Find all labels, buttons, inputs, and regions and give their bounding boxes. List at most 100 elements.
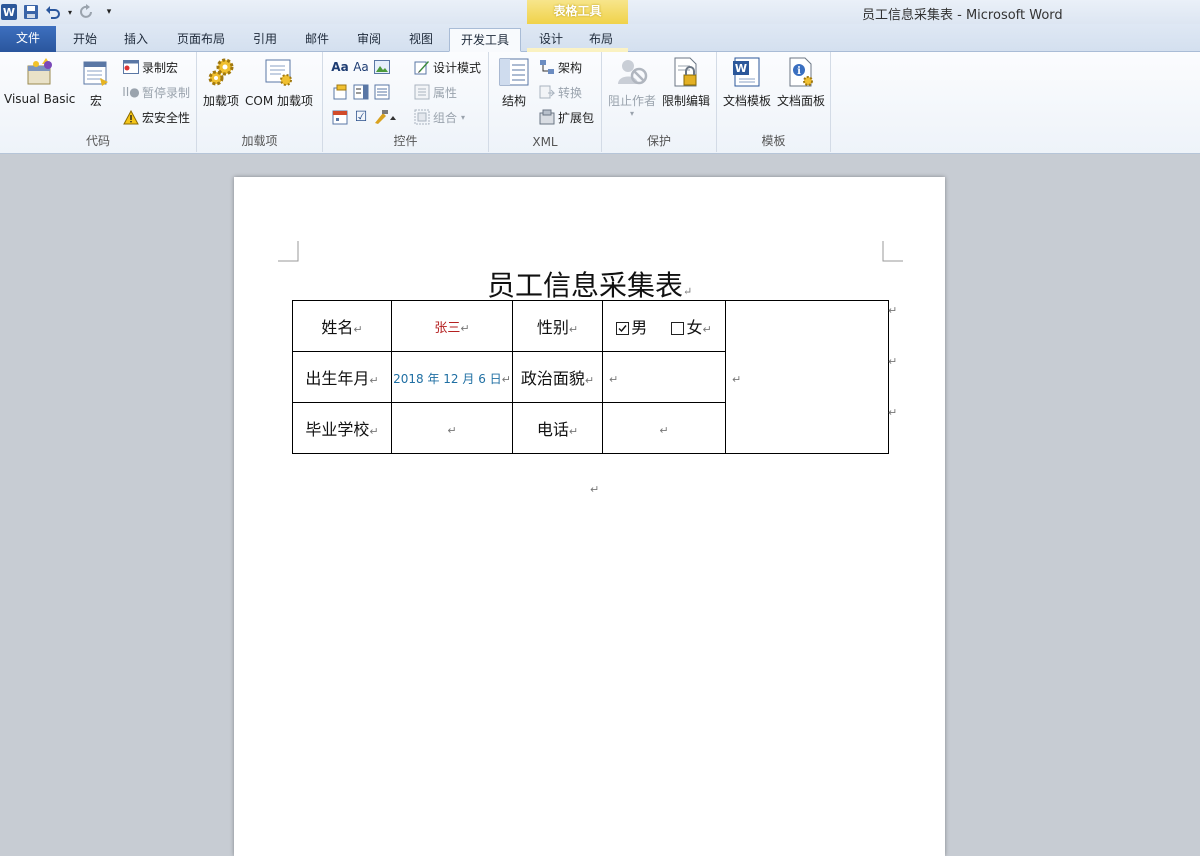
- word-app-icon[interactable]: W: [0, 3, 18, 21]
- date-picker-control-icon[interactable]: [331, 108, 349, 126]
- combo-box-control-icon[interactable]: [352, 83, 370, 101]
- undo-dropdown-icon[interactable]: ▾: [66, 3, 74, 21]
- addins-button[interactable]: 加载项: [203, 56, 239, 109]
- legacy-tools-icon[interactable]: [373, 108, 399, 126]
- row-end-mark: ↵: [888, 304, 898, 317]
- political-label-cell[interactable]: 政治面貌↵: [512, 351, 603, 403]
- group-addins: 加载项 COM 加载项 加载项: [197, 52, 323, 152]
- window-title: 员工信息采集表 - Microsoft Word: [862, 8, 1063, 23]
- restrict-editing-button[interactable]: 限制编辑: [662, 56, 710, 109]
- warning-icon: [123, 109, 139, 125]
- group-templates: W 文档模板 i 文档面板 模板: [717, 52, 831, 152]
- tab-file[interactable]: 文件: [0, 26, 56, 52]
- tab-table-design[interactable]: 设计: [530, 28, 572, 52]
- expansion-pack-icon: [539, 109, 555, 125]
- record-macro-button[interactable]: 录制宏: [123, 57, 178, 77]
- document-title: 员工信息采集表↵: [487, 269, 693, 302]
- macro-icon: [80, 56, 112, 88]
- properties-icon: [414, 84, 430, 100]
- row-end-mark: ↵: [888, 355, 898, 368]
- plain-text-control-icon[interactable]: Aa: [352, 58, 370, 76]
- birth-label-cell[interactable]: 出生年月↵: [292, 351, 392, 403]
- tab-home[interactable]: 开始: [62, 28, 108, 52]
- name-content-control[interactable]: 张三: [434, 321, 460, 336]
- document-template-icon: W: [731, 56, 763, 88]
- photo-cell[interactable]: ↵: [725, 300, 889, 454]
- transform-icon: [539, 84, 555, 100]
- tab-review[interactable]: 审阅: [346, 28, 392, 52]
- margin-corner-right: [882, 241, 903, 262]
- gender-label-cell[interactable]: 性别↵: [512, 300, 603, 352]
- properties-button[interactable]: 属性: [414, 82, 457, 102]
- table-row: 姓名↵ 张三↵ 性别↵ 男 女↵ ↵: [292, 300, 889, 454]
- school-value-cell[interactable]: ↵: [391, 402, 513, 454]
- empty-paragraph-mark: ↵: [590, 483, 600, 496]
- female-checkbox[interactable]: [671, 322, 685, 335]
- redo-icon[interactable]: [78, 3, 96, 21]
- name-value-cell[interactable]: 张三↵: [391, 300, 513, 352]
- ribbon-tab-row: 文件 开始 插入 页面布局 引用 邮件 审阅 视图 开发工具 设计 布局: [0, 24, 1200, 76]
- macro-security-button[interactable]: 宏安全性: [123, 107, 190, 127]
- group-icon: [414, 109, 430, 125]
- schema-icon: [539, 59, 555, 75]
- tab-mailings[interactable]: 邮件: [294, 28, 340, 52]
- phone-label-cell[interactable]: 电话↵: [512, 402, 603, 454]
- birth-value-cell[interactable]: 2018 年 12 月 6 日↵: [391, 351, 513, 403]
- gear-icon: [205, 56, 237, 88]
- document-template-button[interactable]: W 文档模板: [723, 56, 771, 109]
- school-label-cell[interactable]: 毕业学校↵: [292, 402, 392, 454]
- tab-page-layout[interactable]: 页面布局: [168, 28, 234, 52]
- group-dropdown-icon: ▾: [461, 112, 466, 122]
- document-panel-button[interactable]: i 文档面板: [777, 56, 825, 109]
- building-block-control-icon[interactable]: [331, 83, 349, 101]
- ribbon: Visual Basic 宏 录制宏 II● 暂停录制 宏安全性 代码 加载项: [0, 52, 1200, 154]
- tab-view[interactable]: 视图: [398, 28, 444, 52]
- margin-corner-left: [278, 241, 299, 262]
- schema-button[interactable]: 架构: [539, 57, 582, 77]
- rich-text-control-icon[interactable]: Aa: [331, 58, 349, 76]
- expansion-pack-button[interactable]: 扩展包: [539, 107, 594, 127]
- political-value-cell[interactable]: ↵: [602, 351, 726, 403]
- com-addins-icon: [263, 56, 295, 88]
- undo-icon[interactable]: [44, 3, 62, 21]
- structure-button[interactable]: 结构: [498, 56, 530, 109]
- group-button[interactable]: 组合 ▾: [414, 107, 465, 127]
- visual-basic-icon: [24, 56, 56, 88]
- document-panel-icon: i: [785, 56, 817, 88]
- svg-text:W: W: [735, 62, 747, 75]
- quick-access-toolbar: W ▾ ▾: [0, 2, 122, 22]
- tab-references[interactable]: 引用: [242, 28, 288, 52]
- tab-developer[interactable]: 开发工具: [449, 28, 521, 52]
- pause-icon: II●: [122, 85, 140, 99]
- checkbox-control-icon[interactable]: ☑: [352, 108, 370, 126]
- save-icon[interactable]: [22, 3, 40, 21]
- group-xml: 结构 架构 转换 扩展包 XML: [489, 52, 602, 152]
- phone-value-cell[interactable]: ↵: [602, 402, 726, 454]
- lock-document-icon: [670, 56, 702, 88]
- paragraph-mark: ↵: [683, 285, 693, 298]
- date-picker-content-control[interactable]: 2018 年 12 月 6 日: [393, 372, 502, 386]
- dropdown-list-control-icon[interactable]: [373, 83, 391, 101]
- picture-control-icon[interactable]: [373, 58, 391, 76]
- male-checkbox[interactable]: [616, 322, 630, 335]
- group-protect: 阻止作者 ▾ 限制编辑 保护: [602, 52, 717, 152]
- record-macro-icon: [123, 59, 139, 75]
- transform-button[interactable]: 转换: [539, 82, 582, 102]
- com-addins-button[interactable]: COM 加载项: [245, 56, 313, 109]
- macro-button[interactable]: 宏: [80, 56, 112, 109]
- block-authors-button[interactable]: 阻止作者 ▾: [608, 56, 656, 118]
- tab-insert[interactable]: 插入: [113, 28, 159, 52]
- title-bar: W ▾ ▾ 表格工具 员工信息采集表 - Microsoft Word: [0, 0, 1200, 24]
- pause-recording-button[interactable]: II● 暂停录制: [122, 82, 190, 102]
- customize-qat-icon[interactable]: ▾: [100, 3, 118, 21]
- block-authors-icon: [616, 56, 648, 88]
- visual-basic-button[interactable]: Visual Basic: [4, 56, 75, 106]
- design-mode-button[interactable]: 设计模式: [414, 57, 481, 77]
- block-authors-dropdown-icon: ▾: [630, 109, 635, 118]
- structure-icon: [498, 56, 530, 88]
- name-label-cell[interactable]: 姓名↵: [292, 300, 392, 352]
- svg-text:i: i: [797, 66, 801, 77]
- gender-value-cell[interactable]: 男 女↵: [602, 300, 726, 352]
- group-controls: Aa Aa ☑ 设计模式 属性 组合 ▾ 控件: [323, 52, 489, 152]
- tab-table-layout[interactable]: 布局: [580, 28, 622, 52]
